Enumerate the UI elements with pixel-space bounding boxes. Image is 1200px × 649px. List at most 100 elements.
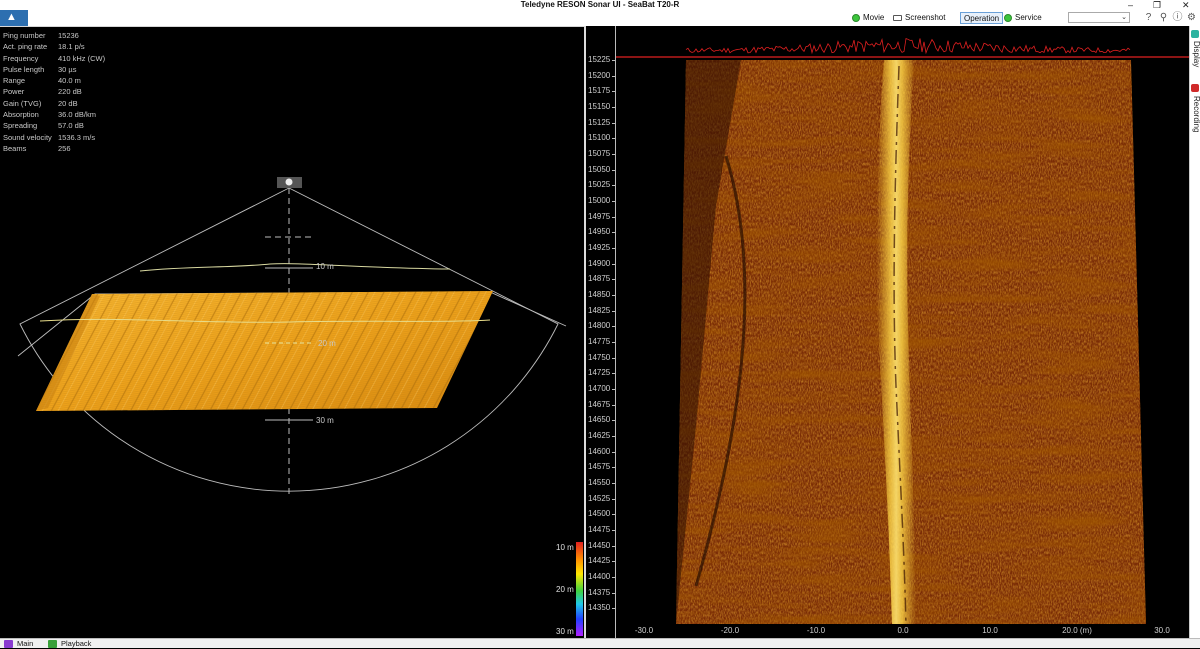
ping-tick-label: 14625 <box>588 431 611 441</box>
app-logo: ▲ <box>0 10 28 26</box>
ping-tick-label: 14450 <box>588 540 611 550</box>
ping-tick-label: 15200 <box>588 70 611 80</box>
ping-tick-label: 14475 <box>588 525 611 535</box>
ping-tick-label: 15050 <box>588 164 611 174</box>
help-icon[interactable]: ? <box>1143 12 1154 23</box>
x-tick-label: 10.0 <box>982 626 998 635</box>
info-row: Beams 256 <box>3 143 133 154</box>
service-label: Service <box>1015 13 1042 22</box>
info-row: Sound velocity 1536.3 m/s <box>3 132 133 143</box>
info-label: Frequency <box>3 53 39 63</box>
movie-label: Movie <box>863 13 885 22</box>
x-tick-label: 0.0 <box>897 626 909 635</box>
info-label: Beams <box>3 143 27 153</box>
info-value: 410 kHz (CW) <box>58 53 106 63</box>
info-row: Frequency 410 kHz (CW) <box>3 53 133 64</box>
ping-tick-label: 14750 <box>588 352 611 362</box>
x-tick-label: -20.0 <box>720 626 740 635</box>
info-row: Spreading 57.0 dB <box>3 120 133 131</box>
side-panel-tabs: Display Recording <box>1189 26 1200 638</box>
record-icon <box>1191 84 1199 92</box>
info-value: 40.0 m <box>58 76 81 86</box>
ping-tick-label: 15175 <box>588 86 611 96</box>
info-row: Act. ping rate 18.1 p/s <box>3 41 133 52</box>
x-tick-label: -10.0 <box>806 626 826 635</box>
ping-tick-label: 15000 <box>588 196 611 206</box>
info-label: Gain (TVG) <box>3 98 42 108</box>
ping-tick-label: 14900 <box>588 258 611 268</box>
screenshot-button[interactable]: Screenshot <box>892 12 948 24</box>
info-label: Spreading <box>3 121 38 131</box>
ping-tick-label: 14950 <box>588 227 611 237</box>
info-row: Absorption 36.0 dB/km <box>3 109 133 120</box>
movie-button[interactable]: Movie <box>850 12 887 24</box>
screenshot-label: Screenshot <box>905 13 946 22</box>
ping-tick-label: 15025 <box>588 180 611 190</box>
ping-tick-label: 14800 <box>588 321 611 331</box>
chevron-down-icon: ⌄ <box>1121 14 1127 21</box>
ping-tick-label: 14575 <box>588 462 611 472</box>
movie-status-icon <box>852 14 860 22</box>
info-row: Gain (TVG) 20 dB <box>3 98 133 109</box>
x-tick-label: 30.0 <box>1154 626 1170 635</box>
depth-color-scale <box>576 542 583 636</box>
ping-tick-label: 14550 <box>588 478 611 488</box>
info-row: Pulse length 30 µs <box>3 64 133 75</box>
main-icon <box>4 640 13 648</box>
color-scale-label-30m: 30 m <box>556 627 574 636</box>
title-bar: Teledyne RESON Sonar UI - SeaBat T20-R –… <box>0 0 1200 10</box>
signal-trace <box>685 37 1131 55</box>
info-icon[interactable]: ⓘ <box>1172 12 1183 23</box>
info-value: 220 dB <box>58 87 82 97</box>
service-tab[interactable]: Service <box>1002 12 1045 24</box>
logo-icon: ▲ <box>6 11 17 23</box>
ping-tick-label: 14675 <box>588 399 611 409</box>
camera-icon <box>893 15 902 21</box>
ping-tick-label: 15125 <box>588 117 611 127</box>
gear-icon[interactable]: ⚙ <box>1186 12 1197 23</box>
info-value: 1536.3 m/s <box>58 132 96 142</box>
info-value: 256 <box>58 143 71 153</box>
ping-tick-label: 14350 <box>588 603 611 613</box>
x-tick-label: 20.0 (m) <box>1062 626 1092 635</box>
ping-tick-label: 14975 <box>588 211 611 221</box>
info-value: 36.0 dB/km <box>58 110 96 120</box>
ping-tick-label: 14925 <box>588 243 611 253</box>
recording-tab[interactable]: Recording <box>1190 96 1200 132</box>
info-row: Power 220 dB <box>3 86 133 97</box>
minimize-button[interactable]: – <box>1128 0 1133 10</box>
ping-tick-label: 14700 <box>588 384 611 394</box>
ping-tick-label: 14725 <box>588 368 611 378</box>
playback-icon <box>48 640 57 648</box>
display-tab[interactable]: Display <box>1190 41 1200 67</box>
ping-tick-label: 14500 <box>588 509 611 519</box>
status-bar: Main Playback <box>0 638 1200 648</box>
ping-tick-label: 14650 <box>588 415 611 425</box>
info-row: Ping number 15236 <box>3 30 133 41</box>
service-status-icon <box>1004 14 1012 22</box>
operation-label: Operation <box>964 14 1000 23</box>
ping-tick-label: 14825 <box>588 305 611 315</box>
playback-tab-label: Playback <box>61 639 92 648</box>
color-scale-label-10m: 10 m <box>556 543 574 552</box>
operation-tab[interactable]: Operation <box>960 12 1004 24</box>
x-tick-label: -30.0 <box>634 626 654 635</box>
info-label: Ping number <box>3 31 46 40</box>
ping-tick-label: 14775 <box>588 337 611 347</box>
ping-tick-label: 14600 <box>588 446 611 456</box>
maximize-button[interactable]: ❐ <box>1153 0 1161 10</box>
close-button[interactable]: ✕ <box>1182 0 1190 10</box>
ping-tick-label: 15075 <box>588 149 611 159</box>
ping-tick-label: 14875 <box>588 274 611 284</box>
ping-tick-label: 15225 <box>588 55 611 64</box>
info-row: Range 40.0 m <box>3 75 133 86</box>
info-value: 18.1 p/s <box>58 42 85 52</box>
mode-dropdown[interactable]: ⌄ <box>1068 12 1130 23</box>
info-value: 20 dB <box>58 98 78 108</box>
search-icon[interactable]: ⚲ <box>1158 12 1169 23</box>
ping-tick-label: 14525 <box>588 493 611 503</box>
window-title: Teledyne RESON Sonar UI - SeaBat T20-R <box>520 0 680 9</box>
range-label-30m: 30 m <box>316 416 334 425</box>
info-value: 15236 <box>58 31 79 40</box>
waterfall-canvas <box>616 37 1189 624</box>
